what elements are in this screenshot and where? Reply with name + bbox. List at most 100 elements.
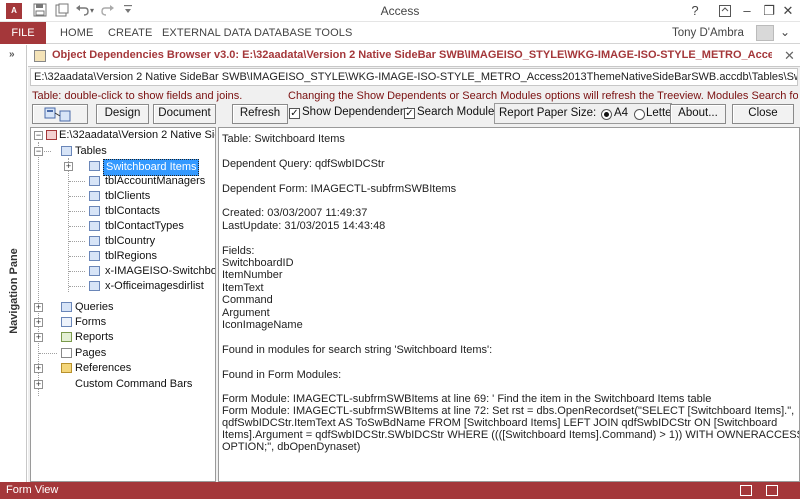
tree-node-forms[interactable]: + Forms xyxy=(31,315,215,330)
detail-line: Found in Form Modules: xyxy=(222,368,342,381)
tree-table-item[interactable]: x-IMAGEISO-Switchboard xyxy=(31,264,215,279)
tree-group-label[interactable]: Pages xyxy=(75,346,106,361)
tree-table-item[interactable]: tblAccountManagers xyxy=(31,174,215,189)
relationships-button[interactable] xyxy=(32,104,88,124)
detail-line: Fields: xyxy=(222,244,255,257)
options-hint-text: Changing the Show Dependents or Search M… xyxy=(288,90,798,102)
table-icon xyxy=(89,191,100,201)
detail-line: Table: Switchboard Items xyxy=(222,133,345,145)
path-field[interactable]: E:\32aadata\Version 2 Native SideBar SWB… xyxy=(30,68,798,86)
tree-group-label[interactable]: Reports xyxy=(75,330,114,345)
search-modules-label[interactable]: Search Modules xyxy=(417,106,500,118)
form-view-icon[interactable] xyxy=(740,485,752,496)
tab-external-data[interactable]: EXTERNAL DATA xyxy=(162,27,252,39)
document-button-label: Document xyxy=(158,107,211,119)
document-tab[interactable]: Object Dependencies Browser v3.0: E:\32a… xyxy=(28,45,800,67)
paper-size-group: Report Paper Size: A4 Letter xyxy=(494,103,672,124)
tree-table-label[interactable]: tblRegions xyxy=(105,249,157,264)
tree-group-label[interactable]: Custom Command Bars xyxy=(75,377,192,392)
tree-table-label[interactable]: x-Officeimagesdirlist xyxy=(105,279,204,294)
tree-root[interactable]: − E:\32aadata\Version 2 Native SideBar xyxy=(31,128,215,143)
close-document-icon[interactable]: ✕ xyxy=(784,48,795,64)
tree-table-item[interactable]: tblRegions xyxy=(31,249,215,264)
refresh-button-label: Refresh xyxy=(239,107,281,119)
tree-table-item[interactable]: tblContactTypes xyxy=(31,219,215,234)
paper-a4-radio[interactable] xyxy=(601,109,612,120)
detail-line: OPTION;", dbOpenDynaset) xyxy=(222,441,361,454)
tree-root-label[interactable]: E:\32aadata\Version 2 Native SideBar xyxy=(59,128,215,143)
tab-create[interactable]: CREATE xyxy=(108,27,152,39)
document-button[interactable]: Document xyxy=(153,104,216,124)
collapse-icon[interactable]: − xyxy=(34,131,43,140)
close-button-label: Close xyxy=(748,107,778,119)
tree-table-label[interactable]: tblCountry xyxy=(105,234,155,249)
tree-table-label[interactable]: tblContactTypes xyxy=(105,219,184,234)
report-icon xyxy=(61,332,72,342)
tree-hint-text: Table: double-click to show fields and j… xyxy=(32,90,243,102)
show-dependents-label[interactable]: Show Dependendents xyxy=(302,106,415,118)
paper-letter-radio[interactable] xyxy=(634,109,645,120)
paper-letter-label[interactable]: Letter xyxy=(646,107,671,119)
form-icon xyxy=(34,50,46,62)
tree-node-references[interactable]: + References xyxy=(31,361,215,376)
paper-size-label: Report Paper Size: xyxy=(499,107,597,119)
tree-table-switchboard-items[interactable]: + Switchboard Items xyxy=(31,159,215,176)
tree-node-reports[interactable]: + Reports xyxy=(31,330,215,345)
tree-group-label[interactable]: References xyxy=(75,361,131,376)
tree-node-command-bars[interactable]: + Custom Command Bars xyxy=(31,377,215,392)
tree-node-queries[interactable]: + Queries xyxy=(31,300,215,315)
table-icon xyxy=(89,206,100,216)
avatar[interactable] xyxy=(756,25,774,41)
tree-table-label[interactable]: x-IMAGEISO-Switchboard xyxy=(105,264,215,279)
tree-node-tables-label[interactable]: Tables xyxy=(75,144,107,159)
detail-line: Dependent Form: IMAGECTL-subfrmSWBItems xyxy=(222,182,457,195)
expand-icon[interactable]: + xyxy=(34,380,43,389)
tree-table-item[interactable]: tblContacts xyxy=(31,204,215,219)
design-button[interactable]: Design xyxy=(96,104,149,124)
show-dependents-checkbox[interactable]: ✓ xyxy=(289,108,300,119)
table-icon xyxy=(89,251,100,261)
tree-node-pages[interactable]: Pages xyxy=(31,346,215,361)
design-button-label: Design xyxy=(104,107,141,119)
tab-file[interactable]: FILE xyxy=(0,22,46,44)
table-icon xyxy=(89,176,100,186)
search-modules-checkbox[interactable]: ✓ xyxy=(404,108,415,119)
detail-line: Created: 03/03/2007 11:49:37 xyxy=(222,207,368,220)
object-treeview[interactable]: − E:\32aadata\Version 2 Native SideBar −… xyxy=(30,127,216,482)
expand-icon[interactable]: + xyxy=(34,318,43,327)
tree-table-item[interactable]: tblClients xyxy=(31,189,215,204)
close-form-button[interactable]: Close xyxy=(732,104,794,124)
expand-icon[interactable]: + xyxy=(34,333,43,342)
paper-a4-label[interactable]: A4 xyxy=(614,107,628,119)
collapse-icon[interactable]: − xyxy=(34,147,43,156)
navigation-pane[interactable]: » Navigation Pane xyxy=(0,45,27,482)
collapse-ribbon-icon[interactable]: ⌄ xyxy=(780,25,790,39)
tree-table-item[interactable]: tblCountry xyxy=(31,234,215,249)
tree-node-tables[interactable]: − Tables xyxy=(31,144,215,159)
tree-table-label[interactable]: tblAccountManagers xyxy=(105,174,205,189)
expand-icon[interactable]: + xyxy=(34,364,43,373)
refresh-button[interactable]: Refresh xyxy=(232,104,288,124)
tab-database-tools[interactable]: DATABASE TOOLS xyxy=(254,27,352,39)
tree-group-label[interactable]: Queries xyxy=(75,300,114,315)
about-button[interactable]: About... xyxy=(670,104,726,124)
tree-table-label[interactable]: tblClients xyxy=(105,189,150,204)
help-button[interactable]: ? xyxy=(680,0,710,22)
table-icon xyxy=(89,266,100,276)
tab-home[interactable]: HOME xyxy=(60,27,93,39)
design-view-icon[interactable] xyxy=(766,485,778,496)
form-icon xyxy=(61,317,72,327)
references-icon xyxy=(61,363,72,373)
close-window-button[interactable]: ✕ xyxy=(776,0,800,22)
tree-table-item[interactable]: x-Officeimagesdirlist xyxy=(31,279,215,294)
about-button-label: About... xyxy=(678,107,718,119)
navigation-pane-label[interactable]: Navigation Pane xyxy=(8,248,20,334)
expand-icon[interactable]: + xyxy=(34,303,43,312)
dependency-details-textbox[interactable]: Table: Switchboard Items Dependent Query:… xyxy=(218,127,800,482)
expand-nav-pane-icon[interactable]: » xyxy=(9,49,15,60)
tree-group-label[interactable]: Forms xyxy=(75,315,106,330)
expand-icon[interactable]: + xyxy=(64,162,73,171)
tree-table-label[interactable]: tblContacts xyxy=(105,204,160,219)
user-name[interactable]: Tony D'Ambra xyxy=(672,27,744,39)
page-icon xyxy=(61,348,72,358)
